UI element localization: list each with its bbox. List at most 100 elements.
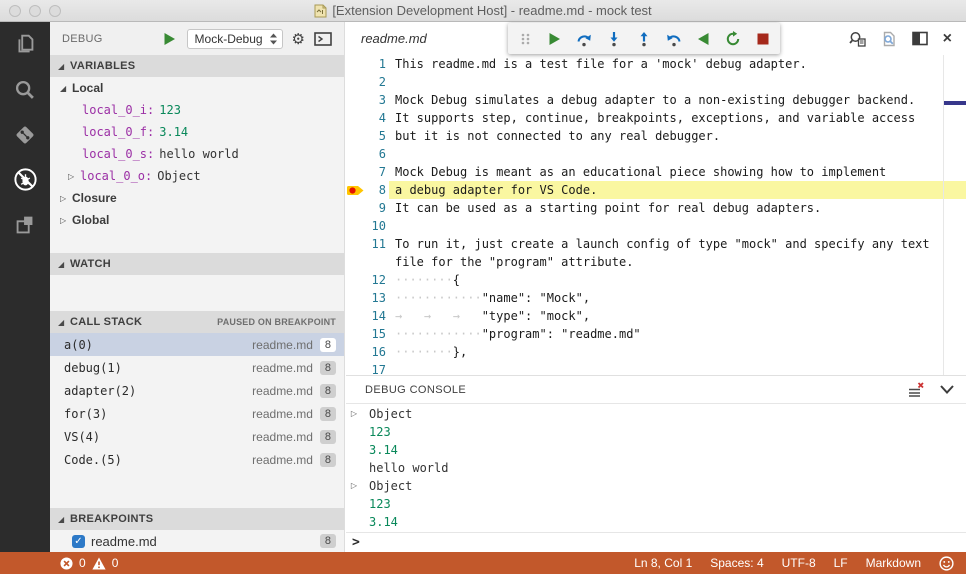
stack-frame[interactable]: debug(1) readme.md 8 [50,356,344,379]
editor-line[interactable]: 15 ············"program": "readme.md" [346,325,966,343]
breakpoint-gutter[interactable] [346,55,364,73]
editor-line[interactable]: 17 [346,361,966,375]
line-number[interactable]: 12 [364,271,386,289]
breakpoint-gutter[interactable] [346,253,364,271]
breakpoint-gutter[interactable] [346,289,364,307]
feedback-smiley-icon[interactable] [939,555,954,571]
breakpoint-gutter[interactable] [346,235,364,253]
toolbar-drag-grip[interactable] [518,31,533,47]
console-entry-object[interactable]: ▷ Object [346,477,966,495]
breakpoint-gutter[interactable] [346,307,364,325]
split-editor-button[interactable] [911,31,928,46]
line-number[interactable]: 3 [364,91,386,109]
find-in-file-button[interactable] [881,31,897,47]
activity-debug[interactable] [0,157,50,202]
line-number[interactable]: 8 [364,181,386,199]
line-number[interactable]: 5 [364,127,386,145]
editor-line[interactable]: 6 [346,145,966,163]
language-mode[interactable]: Markdown [866,556,921,570]
editor-line[interactable]: 5 but it is not connected to any real deb… [346,127,966,145]
open-debug-console-icon[interactable] [314,31,332,46]
encoding[interactable]: UTF-8 [782,556,816,570]
line-number[interactable]: 13 [364,289,386,307]
editor-line[interactable]: 16 ········}, [346,343,966,361]
call-stack-section-header[interactable]: ◢ CALL STACK PAUSED ON BREAKPOINT [50,311,344,333]
breakpoint-item[interactable]: ✓ readme.md 8 [50,530,344,552]
indentation-setting[interactable]: Spaces: 4 [710,556,763,570]
stack-frame[interactable]: VS(4) readme.md 8 [50,425,344,448]
line-number[interactable]: 6 [364,145,386,163]
cursor-position[interactable]: Ln 8, Col 1 [634,556,692,570]
breakpoint-gutter[interactable] [346,361,364,375]
stop-button[interactable] [755,31,770,47]
problems-status[interactable]: 0 0 [60,556,118,570]
variable-local-0-o[interactable]: ▷ local_0_o: Object [50,165,344,187]
launch-config-select[interactable]: Mock-Debug [186,28,283,49]
editor-line[interactable]: 3 Mock Debug simulates a debug adapter to… [346,91,966,109]
editor-line[interactable]: 4 It supports step, continue, breakpoints… [346,109,966,127]
activity-source-control[interactable] [0,112,50,157]
step-back-button[interactable] [666,31,682,47]
variable-local-0-i[interactable]: local_0_i: 123 [50,99,344,121]
line-number[interactable]: 10 [364,217,386,235]
editor-line[interactable]: 13 ············"name": "Mock", [346,289,966,307]
variable-local-0-s[interactable]: local_0_s: hello world [50,143,344,165]
breakpoint-checkbox[interactable]: ✓ [72,534,85,548]
editor-line[interactable]: 12 ········{ [346,271,966,289]
editor-line[interactable]: 10 [346,217,966,235]
continue-button[interactable] [547,31,562,47]
breakpoint-gutter[interactable] [346,181,364,199]
breakpoint-gutter[interactable] [346,91,364,109]
variable-local-0-f[interactable]: local_0_f: 3.14 [50,121,344,143]
step-over-button[interactable] [576,31,592,47]
stack-frame[interactable]: adapter(2) readme.md 8 [50,379,344,402]
breakpoints-section-header[interactable]: ◢ BREAKPOINTS [50,508,344,530]
editor-line-wrap[interactable]: file for the "program" attribute. [346,253,966,271]
line-number[interactable]: 11 [364,235,386,253]
line-number[interactable]: 2 [364,73,386,91]
breakpoint-gutter[interactable] [346,325,364,343]
editor-line[interactable]: 2 [346,73,966,91]
line-number[interactable]: 16 [364,343,386,361]
stack-frame[interactable]: a(0) readme.md 8 [50,333,344,356]
line-number[interactable] [364,253,386,271]
activity-explorer[interactable] [0,22,50,67]
breakpoint-gutter[interactable] [346,127,364,145]
restart-button[interactable] [725,30,741,47]
line-number[interactable]: 14 [364,307,386,325]
step-out-button[interactable] [636,31,652,47]
breakpoint-gutter[interactable] [346,343,364,361]
activity-search[interactable] [0,67,50,112]
breakpoint-gutter[interactable] [346,217,364,235]
line-number[interactable]: 1 [364,55,386,73]
start-debug-button[interactable] [162,31,178,47]
scope-local[interactable]: ◢ Local [50,77,344,99]
scope-global[interactable]: ▷ Global [50,209,344,231]
editor-line[interactable]: 7 Mock Debug is meant as an educational p… [346,163,966,181]
editor-line-current[interactable]: 8 a debug adapter for VS Code. [346,181,966,199]
editor-line[interactable]: 9 It can be used as a starting point for … [346,199,966,217]
editor-line[interactable]: 14 → → → "type": "mock", [346,307,966,325]
stack-frame[interactable]: for(3) readme.md 8 [50,402,344,425]
breakpoint-gutter[interactable] [346,73,364,91]
line-number[interactable]: 7 [364,163,386,181]
configure-gear-icon[interactable]: ⚙ [292,31,305,47]
clear-console-icon[interactable] [908,382,924,397]
breakpoint-gutter[interactable] [346,271,364,289]
stack-frame[interactable]: Code.(5) readme.md 8 [50,448,344,471]
close-editor-icon[interactable]: × [943,30,952,47]
eol-setting[interactable]: LF [834,556,848,570]
editor-line[interactable]: 11 To run it, just create a launch config… [346,235,966,253]
reverse-continue-button[interactable] [696,31,711,47]
console-entry-object[interactable]: ▷ Object [346,405,966,423]
open-preview-button[interactable] [848,31,866,47]
line-number[interactable]: 4 [364,109,386,127]
editor-body[interactable]: 1 This readme.md is a test file for a 'mo… [346,55,966,375]
line-number[interactable]: 9 [364,199,386,217]
collapse-panel-chevron-icon[interactable] [940,385,954,394]
editor-line[interactable]: 1 This readme.md is a test file for a 'mo… [346,55,966,73]
watch-section-header[interactable]: ◢ WATCH [50,253,344,275]
line-number[interactable]: 15 [364,325,386,343]
activity-extensions[interactable] [0,202,50,247]
line-number[interactable]: 17 [364,361,386,375]
